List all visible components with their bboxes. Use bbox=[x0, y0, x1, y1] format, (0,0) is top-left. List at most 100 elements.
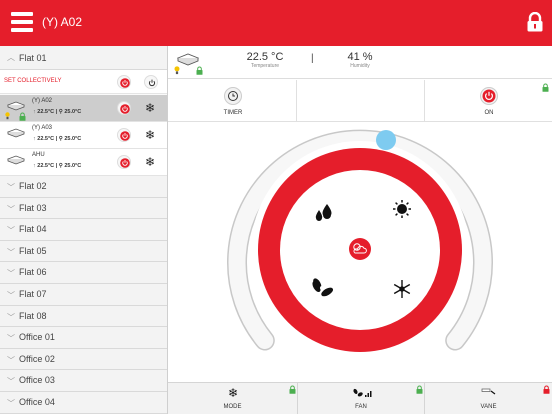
app-header: (Y) A02 bbox=[0, 0, 552, 46]
chevron-down-icon: ﹀ bbox=[7, 226, 15, 236]
chevron-down-icon: ﹀ bbox=[7, 334, 15, 344]
mode-button[interactable]: ❄ MODE bbox=[168, 383, 298, 414]
power-icon bbox=[148, 79, 156, 87]
group-row[interactable]: ﹀ Flat 05 bbox=[0, 240, 167, 263]
chevron-down-icon: ﹀ bbox=[7, 269, 15, 279]
timer-panel: TIMER bbox=[168, 80, 297, 122]
group-label: Office 03 bbox=[19, 375, 55, 386]
unit-row-ahu[interactable]: AHU ↑ 22.5°C | ⚲ 25.0°C ❄ bbox=[0, 149, 167, 176]
unit-temperatures: ↑ 22.5°C | ⚲ 25.0°C bbox=[33, 136, 82, 142]
vane-button[interactable]: VANE bbox=[425, 383, 552, 414]
snowflake-icon: ❄ bbox=[228, 386, 239, 400]
status-bar: 22.5 °C Temperature | 41 % Humidity bbox=[168, 46, 552, 79]
group-label: Flat 04 bbox=[19, 224, 47, 235]
power-icon bbox=[120, 131, 130, 141]
snowflake-icon: ❄ bbox=[145, 101, 156, 115]
mode-label: MODE bbox=[223, 404, 242, 410]
unit-name: (Y) A02 bbox=[32, 98, 53, 104]
power-icon bbox=[120, 104, 130, 114]
lock-icon bbox=[543, 385, 550, 394]
collective-off-button[interactable] bbox=[144, 75, 158, 89]
group-flat-01[interactable]: ︿ Flat 01 bbox=[0, 46, 167, 70]
set-collectively-label: SET COLLECTIVELY bbox=[4, 78, 62, 84]
chevron-down-icon: ﹀ bbox=[7, 183, 15, 192]
unit-setpoint: 25.0°C bbox=[64, 136, 82, 142]
unit-temperature: 22.5°C bbox=[37, 136, 55, 142]
lock-icon bbox=[196, 66, 203, 75]
group-row[interactable]: ﹀ Flat 08 bbox=[0, 305, 167, 328]
group-row[interactable]: ﹀ Flat 06 bbox=[0, 262, 167, 284]
group-label: Flat 01 bbox=[19, 53, 47, 63]
power-icon bbox=[482, 89, 496, 103]
power-panel: ON bbox=[425, 80, 552, 122]
timer-button[interactable] bbox=[224, 87, 242, 105]
chevron-down-icon: ﹀ bbox=[7, 247, 15, 257]
unit-row-y-a02[interactable]: (Y) A02 ↑ 22.5°C | ⚲ 25.0°C ❄ bbox=[0, 95, 167, 122]
unit-temperature: 22.5°C bbox=[37, 163, 55, 169]
group-row[interactable]: ﹀ Office 01 bbox=[0, 327, 167, 349]
group-label: Flat 07 bbox=[19, 289, 47, 299]
group-row[interactable]: ﹀ Flat 07 bbox=[0, 284, 167, 306]
bottom-toolbar: ❄ MODE FAN VANE bbox=[168, 382, 552, 414]
page-title: (Y) A02 bbox=[42, 15, 83, 29]
unit-setpoint: 25.0°C bbox=[64, 163, 82, 169]
thermometer-icon: ↑ bbox=[33, 109, 36, 115]
power-label: ON bbox=[484, 110, 494, 116]
slider-knob[interactable] bbox=[376, 130, 396, 150]
humidity-caption: Humidity bbox=[350, 63, 370, 69]
chevron-down-icon: ﹀ bbox=[7, 312, 15, 322]
snowflake-icon: ❄ bbox=[145, 128, 156, 142]
group-label: Flat 06 bbox=[19, 267, 47, 278]
group-row[interactable]: ﹀ Flat 03 bbox=[0, 197, 167, 220]
group-label: Flat 03 bbox=[19, 202, 47, 213]
group-row[interactable]: ﹀ Flat 04 bbox=[0, 219, 167, 241]
power-button[interactable] bbox=[480, 87, 498, 105]
set-collectively-row: SET COLLECTIVELY bbox=[0, 70, 167, 94]
thermometer-icon: ↑ bbox=[33, 136, 36, 142]
unit-power-button[interactable] bbox=[117, 101, 131, 115]
unit-temperatures: ↑ 22.5°C | ⚲ 25.0°C bbox=[33, 109, 82, 115]
chevron-down-icon: ﹀ bbox=[7, 377, 15, 387]
cassette-unit-icon bbox=[7, 128, 25, 138]
thermometer-icon: ↑ bbox=[33, 163, 36, 169]
clock-icon bbox=[228, 91, 238, 101]
menu-icon[interactable] bbox=[11, 11, 33, 33]
group-label: Flat 02 bbox=[19, 181, 47, 191]
group-label: Office 04 bbox=[19, 397, 55, 407]
power-icon bbox=[120, 78, 130, 88]
empty-control-panel bbox=[297, 80, 425, 122]
unit-row-y-a03[interactable]: (Y) A03 ↑ 22.5°C | ⚲ 25.0°C ❄ bbox=[0, 122, 167, 149]
vane-label: VANE bbox=[480, 404, 497, 410]
temperature-caption: Temperature bbox=[250, 63, 280, 69]
chevron-down-icon: ﹀ bbox=[7, 291, 15, 300]
timer-label: TIMER bbox=[223, 110, 243, 116]
group-row[interactable]: ﹀ Flat 02 bbox=[0, 176, 167, 198]
group-label: Flat 05 bbox=[19, 245, 47, 256]
lock-icon[interactable] bbox=[526, 12, 544, 32]
chevron-down-icon: ﹀ bbox=[7, 355, 15, 365]
chevron-up-icon: ︿ bbox=[7, 53, 15, 62]
snowflake-icon: ❄ bbox=[145, 155, 156, 169]
unit-setpoint: 25.0°C bbox=[64, 109, 82, 115]
humidity-value: 41 % bbox=[347, 51, 373, 63]
group-label: Office 01 bbox=[19, 332, 55, 343]
lock-icon bbox=[289, 385, 296, 394]
temperature-value: 22.5 °C bbox=[246, 51, 284, 63]
group-row[interactable]: ﹀ Office 03 bbox=[0, 370, 167, 392]
auto-mode-button[interactable] bbox=[349, 238, 371, 260]
power-icon bbox=[120, 158, 130, 168]
group-row[interactable]: ﹀ Office 04 bbox=[0, 392, 167, 414]
lock-icon bbox=[416, 385, 423, 394]
collective-power-button[interactable] bbox=[117, 75, 131, 89]
lock-icon bbox=[542, 83, 549, 92]
chevron-down-icon: ﹀ bbox=[7, 204, 15, 214]
fan-button[interactable]: FAN bbox=[298, 383, 425, 414]
group-row[interactable]: ﹀ Office 02 bbox=[0, 348, 167, 371]
setpoint-dial bbox=[227, 129, 493, 359]
unit-temperatures: ↑ 22.5°C | ⚲ 25.0°C bbox=[33, 163, 82, 169]
unit-power-button[interactable] bbox=[117, 155, 131, 169]
unit-power-button[interactable] bbox=[117, 128, 131, 142]
fan-speed-icon bbox=[353, 388, 372, 397]
unit-name: (Y) A03 bbox=[32, 125, 53, 131]
lightbulb-icon bbox=[5, 112, 10, 120]
